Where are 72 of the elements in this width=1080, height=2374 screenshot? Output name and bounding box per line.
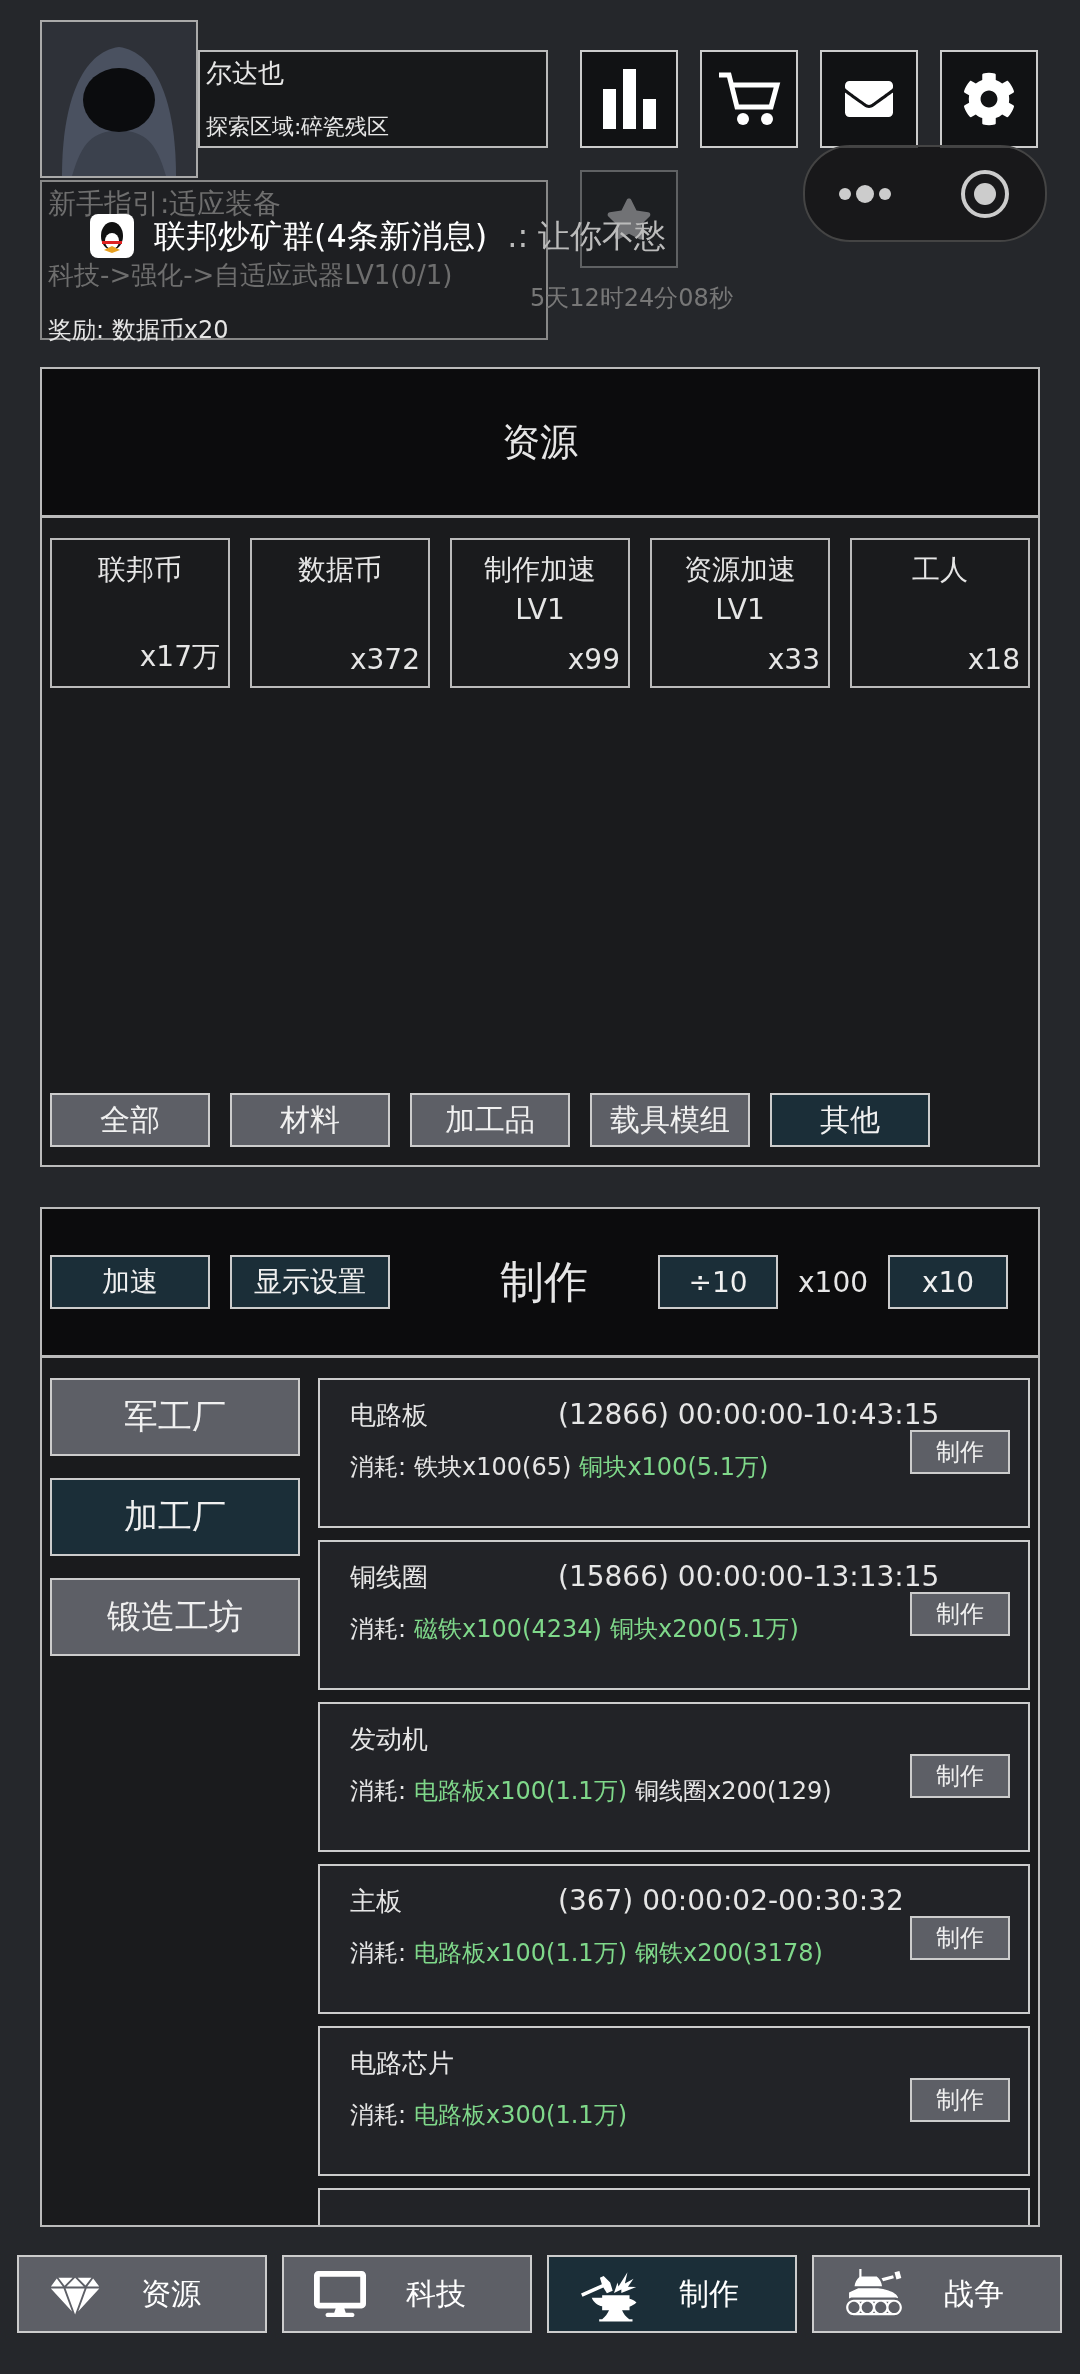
cost-item: 铜线圈x200(129) [635, 1776, 832, 1807]
make-button[interactable]: 制作 [910, 1754, 1010, 1798]
cost-item: 电路板x300(1.1万) [414, 2100, 627, 2131]
resource-name: 数据币 [297, 552, 383, 588]
make-button[interactable]: 制作 [910, 1916, 1010, 1960]
cost-label: 消耗: [350, 1776, 407, 1807]
recipe-name: 铜线圈 [350, 1561, 429, 1594]
cost-item: 电路板x100(1.1万) [414, 1776, 627, 1807]
resource-card[interactable]: 制作加速LV1 x99 [450, 538, 630, 688]
panel-title: 资源 [502, 418, 578, 466]
cost-label: 消耗: [350, 1938, 407, 1969]
nav-tab[interactable]: 战争 [812, 2255, 1062, 2333]
recipe-name: 主板 [350, 1885, 403, 1918]
factory-tab[interactable]: 军工厂 [50, 1378, 300, 1456]
resource-card[interactable]: 工人 x18 [850, 538, 1030, 688]
panel-title: 制作 [500, 1254, 588, 1309]
nav-tab[interactable]: 资源 [17, 2255, 267, 2333]
cost-item: 电路板x100(1.1万) [414, 1938, 627, 1969]
filter-tab[interactable]: 其他 [770, 1093, 930, 1147]
settings-button[interactable] [940, 50, 1038, 148]
make-button[interactable]: 制作 [910, 2078, 1010, 2122]
resource-card[interactable]: 资源加速LV1 x33 [650, 538, 830, 688]
resource-card[interactable]: 联邦币 x17万 [50, 538, 230, 688]
multiplier-value: x100 [798, 1265, 868, 1299]
cost-item: 钢铁x200(3178) [635, 1938, 823, 1969]
recipe-info: (15866) 00:00:00-13:13:15 [558, 1560, 940, 1595]
resource-count: x372 [349, 643, 420, 676]
cart-button[interactable] [700, 50, 798, 148]
resource-count: x99 [566, 643, 620, 676]
player-name: 尔达也 [206, 57, 285, 90]
settings-icon [962, 72, 1016, 126]
resource-name: 工人 [911, 552, 969, 588]
resource-count: x33 [766, 643, 820, 676]
resource-name: 联邦币 [97, 552, 183, 588]
nav-tab[interactable]: 科技 [282, 2255, 532, 2333]
dots-icon [837, 183, 893, 204]
recipe-info: (12866) 00:00:00-10:43:15 [558, 1398, 940, 1433]
cost-label: 消耗: [350, 1452, 407, 1483]
recipe-name: 电路板 [350, 1399, 429, 1432]
filter-tab[interactable]: 载具模组 [590, 1093, 750, 1147]
filter-tab[interactable]: 全部 [50, 1093, 210, 1147]
explore-area: 探索区域:碎瓷残区 [206, 112, 540, 142]
resource-count: x17万 [138, 639, 220, 675]
make-button[interactable]: 制作 [910, 1430, 1010, 1474]
cost-item: 铜块x100(5.1万) [579, 1452, 769, 1483]
recipe-name: 发动机 [350, 1723, 429, 1756]
chart-button[interactable] [580, 50, 678, 148]
factory-tab[interactable]: 锻造工坊 [50, 1578, 300, 1656]
computer-icon [314, 2268, 366, 2320]
make-button[interactable]: 制作 [910, 1592, 1010, 1636]
cost-item: 铜块x200(5.1万) [609, 1614, 799, 1645]
resource-card[interactable]: 数据币 x372 [250, 538, 430, 688]
guide-task: 科技->强化->自适应武器LV1(0/1) [48, 262, 454, 288]
guide-reward: 奖励: 数据币x20 [48, 318, 230, 342]
multiply-button[interactable]: x10 [888, 1255, 1008, 1309]
recipe-info: (367) 00:00:02-00:30:32 [558, 1884, 904, 1919]
divide-button[interactable]: ÷10 [658, 1255, 778, 1309]
cost-label: 消耗: [350, 1614, 407, 1645]
recipe-name: 电路芯片 [350, 2047, 455, 2080]
filter-tab[interactable]: 材料 [230, 1093, 390, 1147]
filter-tab[interactable]: 加工品 [410, 1093, 570, 1147]
cost-item: 磁铁x100(4234) [414, 1614, 602, 1645]
speed-button[interactable]: 加速 [50, 1255, 210, 1309]
factory-tab[interactable]: 加工厂 [50, 1478, 300, 1556]
resource-count: x18 [966, 643, 1020, 676]
cost-label: 消耗: [350, 2100, 407, 2131]
target-icon [959, 167, 1011, 220]
display-settings-button[interactable]: 显示设置 [230, 1255, 390, 1309]
nav-tab[interactable]: 制作 [547, 2255, 797, 2333]
mail-button[interactable] [820, 50, 918, 148]
cost-item: 铁块x100(65) [414, 1452, 572, 1483]
notification-group: 联邦炒矿群(4条新消息) [154, 220, 488, 252]
